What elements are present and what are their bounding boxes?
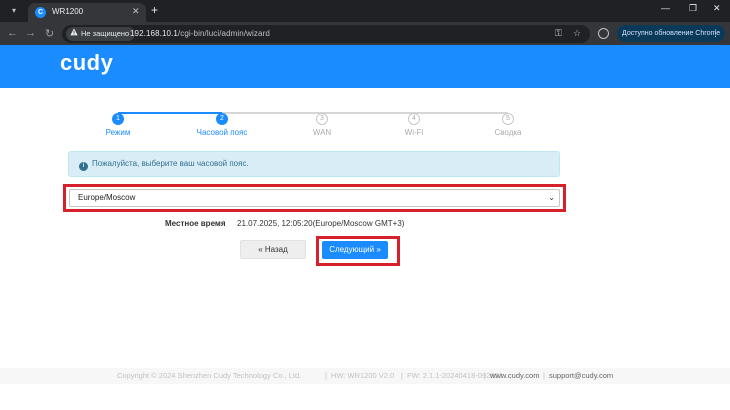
key-icon[interactable]: ⚿ (555, 28, 562, 39)
step-number: 3 (316, 113, 328, 125)
tab-title: WR1200 (52, 7, 84, 16)
wizard-step-summary: 5 Сводка (463, 107, 553, 137)
chevron-down-icon: ⌄ (548, 193, 555, 202)
footer-email-link[interactable]: support@cudy.com (549, 368, 613, 384)
step-label: Wi-Fi (404, 128, 424, 137)
timezone-value: Europe/Moscow (78, 193, 136, 202)
wizard-step-timezone: 2 Часовой пояс (177, 107, 267, 137)
url-path: /cgi-bin/luci/admin/wizard (177, 29, 270, 38)
footer-website-link[interactable]: www.cudy.com (490, 368, 539, 384)
browser-tab[interactable]: C WR1200 ✕ (28, 3, 146, 22)
page-header: cudy (0, 45, 730, 88)
reload-icon[interactable]: ↻ (45, 27, 54, 40)
security-chip[interactable]: Не защищено (66, 27, 136, 41)
bookmark-star-icon[interactable]: ☆ (573, 28, 581, 39)
tab-close-icon[interactable]: ✕ (132, 6, 140, 17)
step-label: Часовой пояс (196, 128, 248, 137)
wizard-step-wifi: 4 Wi-Fi (369, 107, 459, 137)
page-footer: Copyright © 2024 Shenzhen Cudy Technolog… (0, 368, 730, 384)
back-button[interactable]: « Назад (240, 240, 306, 259)
address-bar[interactable]: Не защищено 192.168.10.1/cgi-bin/luci/ad… (62, 25, 590, 43)
forward-arrow-icon[interactable]: → (25, 27, 36, 39)
new-tab-icon[interactable]: + (151, 3, 158, 17)
browser-tab-bar: ▾ C WR1200 ✕ + — ❐ ✕ (0, 0, 730, 22)
wizard-step-wan: 3 WAN (277, 107, 367, 137)
footer-separator: | (325, 371, 327, 380)
step-number: 2 (216, 113, 228, 125)
wizard-step-mode: 1 Режим (73, 107, 163, 137)
step-label: Режим (105, 128, 131, 137)
menu-dots-icon[interactable]: ⋮ (711, 25, 720, 42)
tab-search-icon[interactable]: ▾ (8, 5, 20, 17)
step-label: WAN (312, 128, 332, 137)
step-number: 4 (408, 113, 420, 125)
local-time-value: 21.07.2025, 12:05:20(Europe/Moscow GMT+3… (237, 219, 405, 228)
info-alert: i Пожалуйста, выберите ваш часовой пояс. (68, 151, 560, 177)
cudy-favicon-icon: C (35, 7, 46, 18)
footer-fw: FW: 2.1.1-20240418-092852 (407, 371, 503, 380)
url-host: 192.168.10.1 (130, 29, 178, 38)
next-button[interactable]: Следующий » (322, 241, 388, 259)
chrome-update-button[interactable]: Доступно обновление Chrome ⋮ (617, 25, 725, 42)
footer-separator: | (484, 371, 486, 380)
local-time-label: Местное время (165, 219, 226, 228)
timezone-select[interactable]: Europe/Moscow ⌄ (69, 189, 560, 207)
cudy-logo: cudy (60, 50, 114, 75)
back-arrow-icon[interactable]: ← (7, 27, 18, 39)
info-text: Пожалуйста, выберите ваш часовой пояс. (92, 159, 249, 168)
step-number: 1 (112, 113, 124, 125)
footer-separator: | (543, 371, 545, 380)
profile-icon[interactable] (598, 28, 609, 39)
footer-hw: HW: WR1200 V2.0 (331, 371, 395, 380)
wizard-stepper: 1 Режим 2 Часовой пояс 3 WAN 4 Wi-Fi 5 С… (0, 100, 730, 140)
footer-separator: | (401, 371, 403, 380)
maximize-icon[interactable]: ❐ (689, 3, 697, 14)
window-close-icon[interactable]: ✕ (713, 3, 721, 14)
step-label: Сводка (494, 128, 522, 137)
warning-icon (70, 28, 78, 36)
step-number: 5 (502, 113, 514, 125)
chrome-update-label: Доступно обновление Chrome (622, 30, 721, 37)
security-label: Не защищено (81, 29, 130, 38)
url-text: 192.168.10.1/cgi-bin/luci/admin/wizard (130, 29, 270, 38)
info-icon: i (79, 162, 88, 171)
footer-copyright: Copyright © 2024 Shenzhen Cudy Technolog… (117, 371, 302, 380)
minimize-icon[interactable]: — (661, 3, 670, 13)
browser-toolbar: ← → ↻ Не защищено 192.168.10.1/cgi-bin/l… (0, 22, 730, 45)
